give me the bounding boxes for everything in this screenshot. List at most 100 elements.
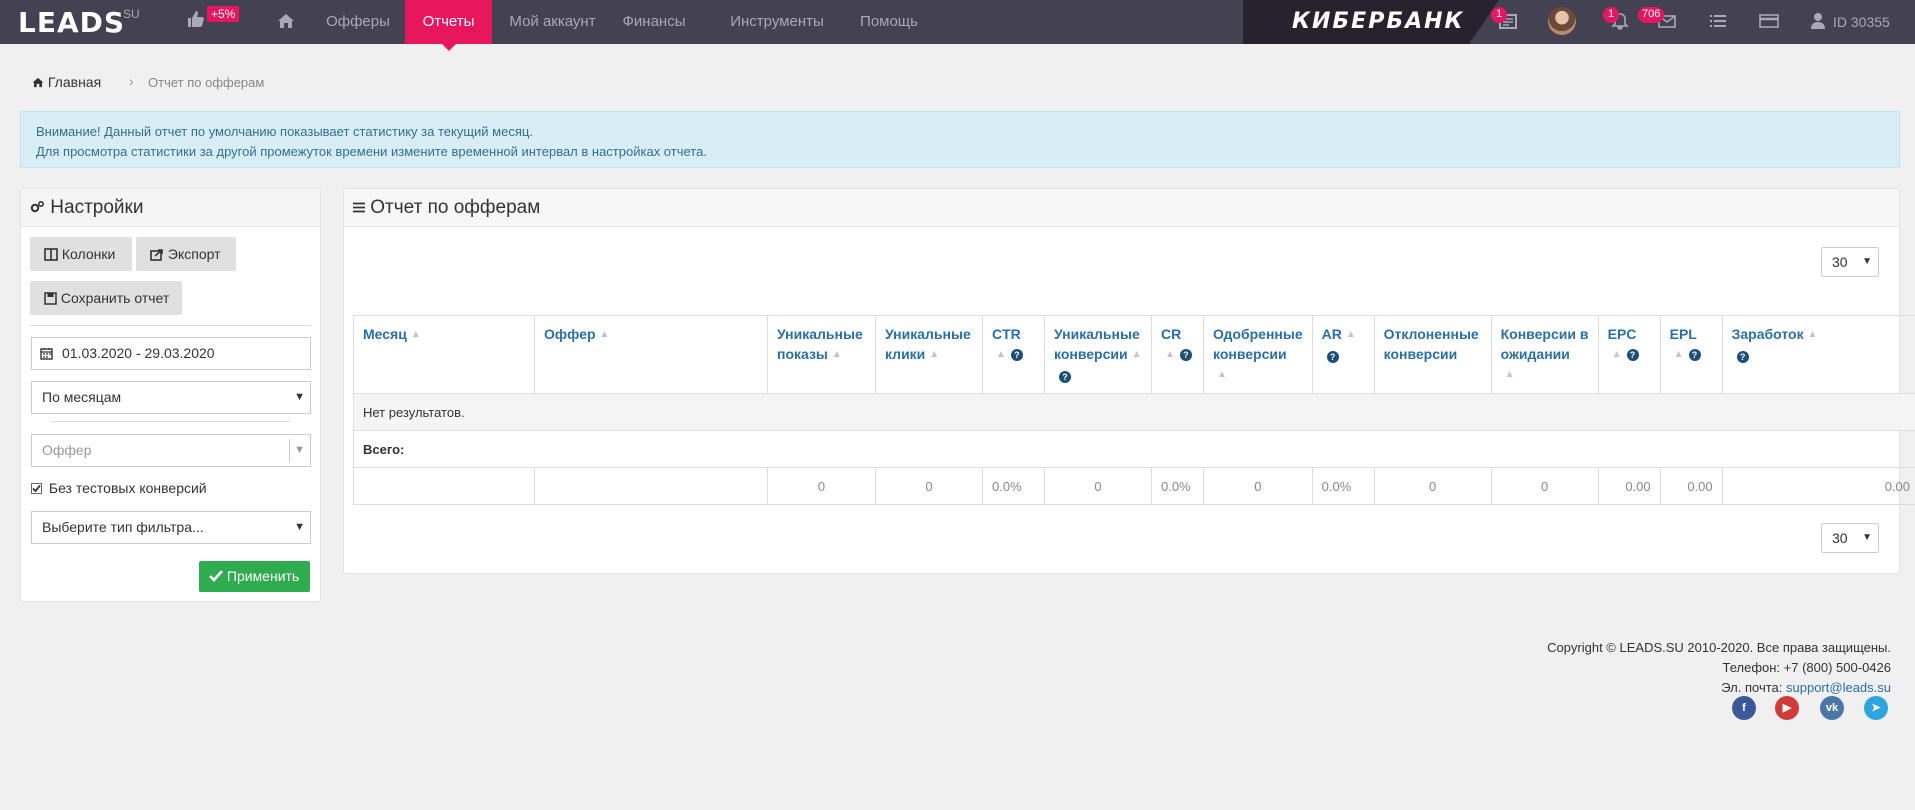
column-label: CR: [1161, 326, 1182, 342]
sort-icon[interactable]: ▲: [996, 345, 1006, 365]
column-header-ar[interactable]: AR ▲?: [1311, 314, 1375, 395]
alert-line-1: Внимание! Данный отчет по умолчанию пока…: [36, 124, 533, 139]
logo-suffix: SU: [123, 7, 140, 21]
total-cr: 0.0%: [1151, 467, 1204, 506]
sort-icon[interactable]: ▲: [1505, 365, 1515, 385]
column-header-ctr[interactable]: CTR ▲?: [982, 314, 1045, 395]
promo-badge: +5%: [207, 6, 240, 22]
youtube-icon[interactable]: ▶: [1775, 696, 1799, 720]
total-epl: 0.00: [1659, 467, 1723, 506]
home-icon[interactable]: [277, 13, 295, 29]
footer-email-link[interactable]: support@leads.su: [1786, 680, 1891, 695]
columns-button[interactable]: Колонки: [30, 237, 132, 271]
exclude-test-checkbox[interactable]: [31, 483, 42, 494]
breadcrumb-home[interactable]: Главная: [32, 74, 101, 90]
sort-icon[interactable]: ▲: [600, 325, 610, 345]
sort-icon[interactable]: ▲: [1346, 325, 1356, 345]
no-results-cell: Нет результатов.: [353, 393, 1915, 432]
info-alert: Внимание! Данный отчет по умолчанию пока…: [20, 111, 1900, 168]
question-icon[interactable]: ?: [1010, 349, 1023, 362]
leads-logo[interactable]: LEADS: [18, 6, 125, 39]
caret-down-icon: ▼: [1862, 532, 1872, 543]
nav-reports[interactable]: Отчеты: [405, 0, 492, 51]
nav-help[interactable]: Помощь: [850, 0, 928, 44]
settings-divider: [30, 325, 311, 326]
sort-icon[interactable]: ▲: [411, 325, 421, 345]
footer-email-line: Эл. почта: support@leads.su: [1547, 678, 1891, 698]
save-report-button[interactable]: Сохранить отчет: [30, 281, 182, 315]
sort-icon[interactable]: ▲: [929, 345, 939, 365]
column-label: Оффер: [544, 326, 596, 342]
sort-icon[interactable]: ▲: [1132, 345, 1142, 365]
notifications-badge: 1: [1603, 7, 1619, 23]
sort-icon[interactable]: ▲: [1612, 345, 1622, 365]
total-rejected-conversions: 0: [1373, 467, 1492, 506]
export-button[interactable]: Экспорт: [136, 237, 236, 271]
question-icon[interactable]: ?: [1179, 349, 1192, 362]
question-icon[interactable]: ?: [1688, 349, 1701, 362]
question-icon[interactable]: ?: [1736, 350, 1749, 363]
column-label: Уникальные конверсии: [1054, 326, 1140, 362]
filter-type-select[interactable]: Выберите тип фильтра... ▼: [31, 511, 311, 544]
column-header-unique-clicks[interactable]: Уникальные клики ▲: [875, 314, 983, 395]
user-id[interactable]: ID 30355: [1833, 14, 1890, 30]
column-header-offer[interactable]: Оффер ▲: [534, 314, 768, 395]
breadcrumb: Главная › Отчет по офферам: [20, 66, 1900, 100]
user-icon[interactable]: [1808, 12, 1828, 30]
nav-offers[interactable]: Офферы: [313, 0, 403, 44]
check-icon: [209, 570, 223, 582]
nav-my-account[interactable]: Мой аккаунт: [495, 0, 610, 44]
caret-down-icon: ▼: [294, 391, 305, 403]
caret-down-icon: ▼: [294, 444, 305, 456]
credit-card-icon[interactable]: [1759, 12, 1779, 30]
thumbs-up-icon[interactable]: [186, 9, 206, 29]
column-label: EPL: [1669, 326, 1697, 342]
date-range-value: 01.03.2020 - 29.03.2020: [62, 345, 215, 361]
avatar[interactable]: [1548, 7, 1576, 35]
page-size-select-top[interactable]: 30 ▼: [1821, 247, 1879, 277]
filter-type-value: Выберите тип фильтра...: [42, 519, 204, 535]
column-header-epl[interactable]: EPL ▲?: [1659, 314, 1723, 395]
column-header-approved-conversions[interactable]: Одобренные конверсии ▲: [1203, 314, 1313, 395]
column-header-unique-conversions[interactable]: Уникальные конверсии ▲?: [1044, 314, 1152, 395]
facebook-icon[interactable]: f: [1732, 696, 1756, 720]
breadcrumb-home-label[interactable]: Главная: [48, 74, 101, 90]
telegram-icon[interactable]: ➤: [1864, 696, 1888, 720]
vk-icon[interactable]: vk: [1820, 696, 1844, 720]
column-label: Отклоненные конверсии: [1383, 326, 1479, 362]
list-icon[interactable]: [1708, 12, 1728, 30]
nav-finance[interactable]: Финансы: [614, 0, 694, 44]
column-label: Месяц: [363, 326, 407, 342]
sort-icon[interactable]: ▲: [1165, 345, 1175, 365]
column-header-unique-impressions[interactable]: Уникальные показы ▲: [767, 314, 876, 395]
sort-icon[interactable]: ▲: [1808, 325, 1818, 345]
page-size-select-bottom[interactable]: 30 ▼: [1821, 523, 1879, 553]
exclude-test-conversions[interactable]: Без тестовых конверсий: [31, 480, 207, 496]
column-header-rejected-conversions[interactable]: Отклоненные конверсии: [1373, 314, 1492, 395]
sort-icon[interactable]: ▲: [1674, 345, 1684, 365]
breadcrumb-separator: ›: [129, 73, 134, 89]
nav-tools[interactable]: Инструменты: [720, 0, 834, 44]
sort-icon[interactable]: ▲: [1217, 365, 1227, 385]
question-icon[interactable]: ?: [1059, 370, 1071, 383]
sort-icon[interactable]: ▲: [832, 345, 842, 365]
total-pending-conversions: 0: [1490, 467, 1599, 506]
column-header-cr[interactable]: CR ▲?: [1151, 314, 1204, 395]
bank-banner-text[interactable]: КИБЕРБАНК: [1292, 9, 1465, 34]
list-icon: [353, 202, 365, 213]
breadcrumb-current: Отчет по офферам: [148, 75, 265, 90]
column-label: Одобренные конверсии: [1213, 326, 1303, 362]
column-header-epc[interactable]: EPC ▲?: [1597, 314, 1661, 395]
grouping-select[interactable]: По месяцам ▼: [31, 381, 311, 414]
column-header-earnings[interactable]: Заработок ▲?: [1721, 314, 1915, 395]
question-icon[interactable]: ?: [1326, 350, 1339, 363]
total-month: [353, 467, 535, 506]
question-icon[interactable]: ?: [1626, 349, 1639, 362]
table-header-row: Месяц ▲ Оффер ▲ Уникальные показы ▲ Уникаль…: [353, 314, 1915, 395]
column-header-pending-conversions[interactable]: Конверсии в ожидании ▲: [1490, 314, 1599, 395]
column-header-month[interactable]: Месяц ▲: [353, 314, 535, 395]
offer-select[interactable]: Оффер ▼: [31, 434, 311, 467]
totals-row: 0 0 0.0% 0 0.0% 0 0.0% 0 0 0.00 0.00 0.0…: [353, 467, 1915, 506]
date-range-input[interactable]: 01.03.2020 - 29.03.2020: [31, 337, 311, 370]
apply-button[interactable]: Применить: [199, 561, 310, 592]
